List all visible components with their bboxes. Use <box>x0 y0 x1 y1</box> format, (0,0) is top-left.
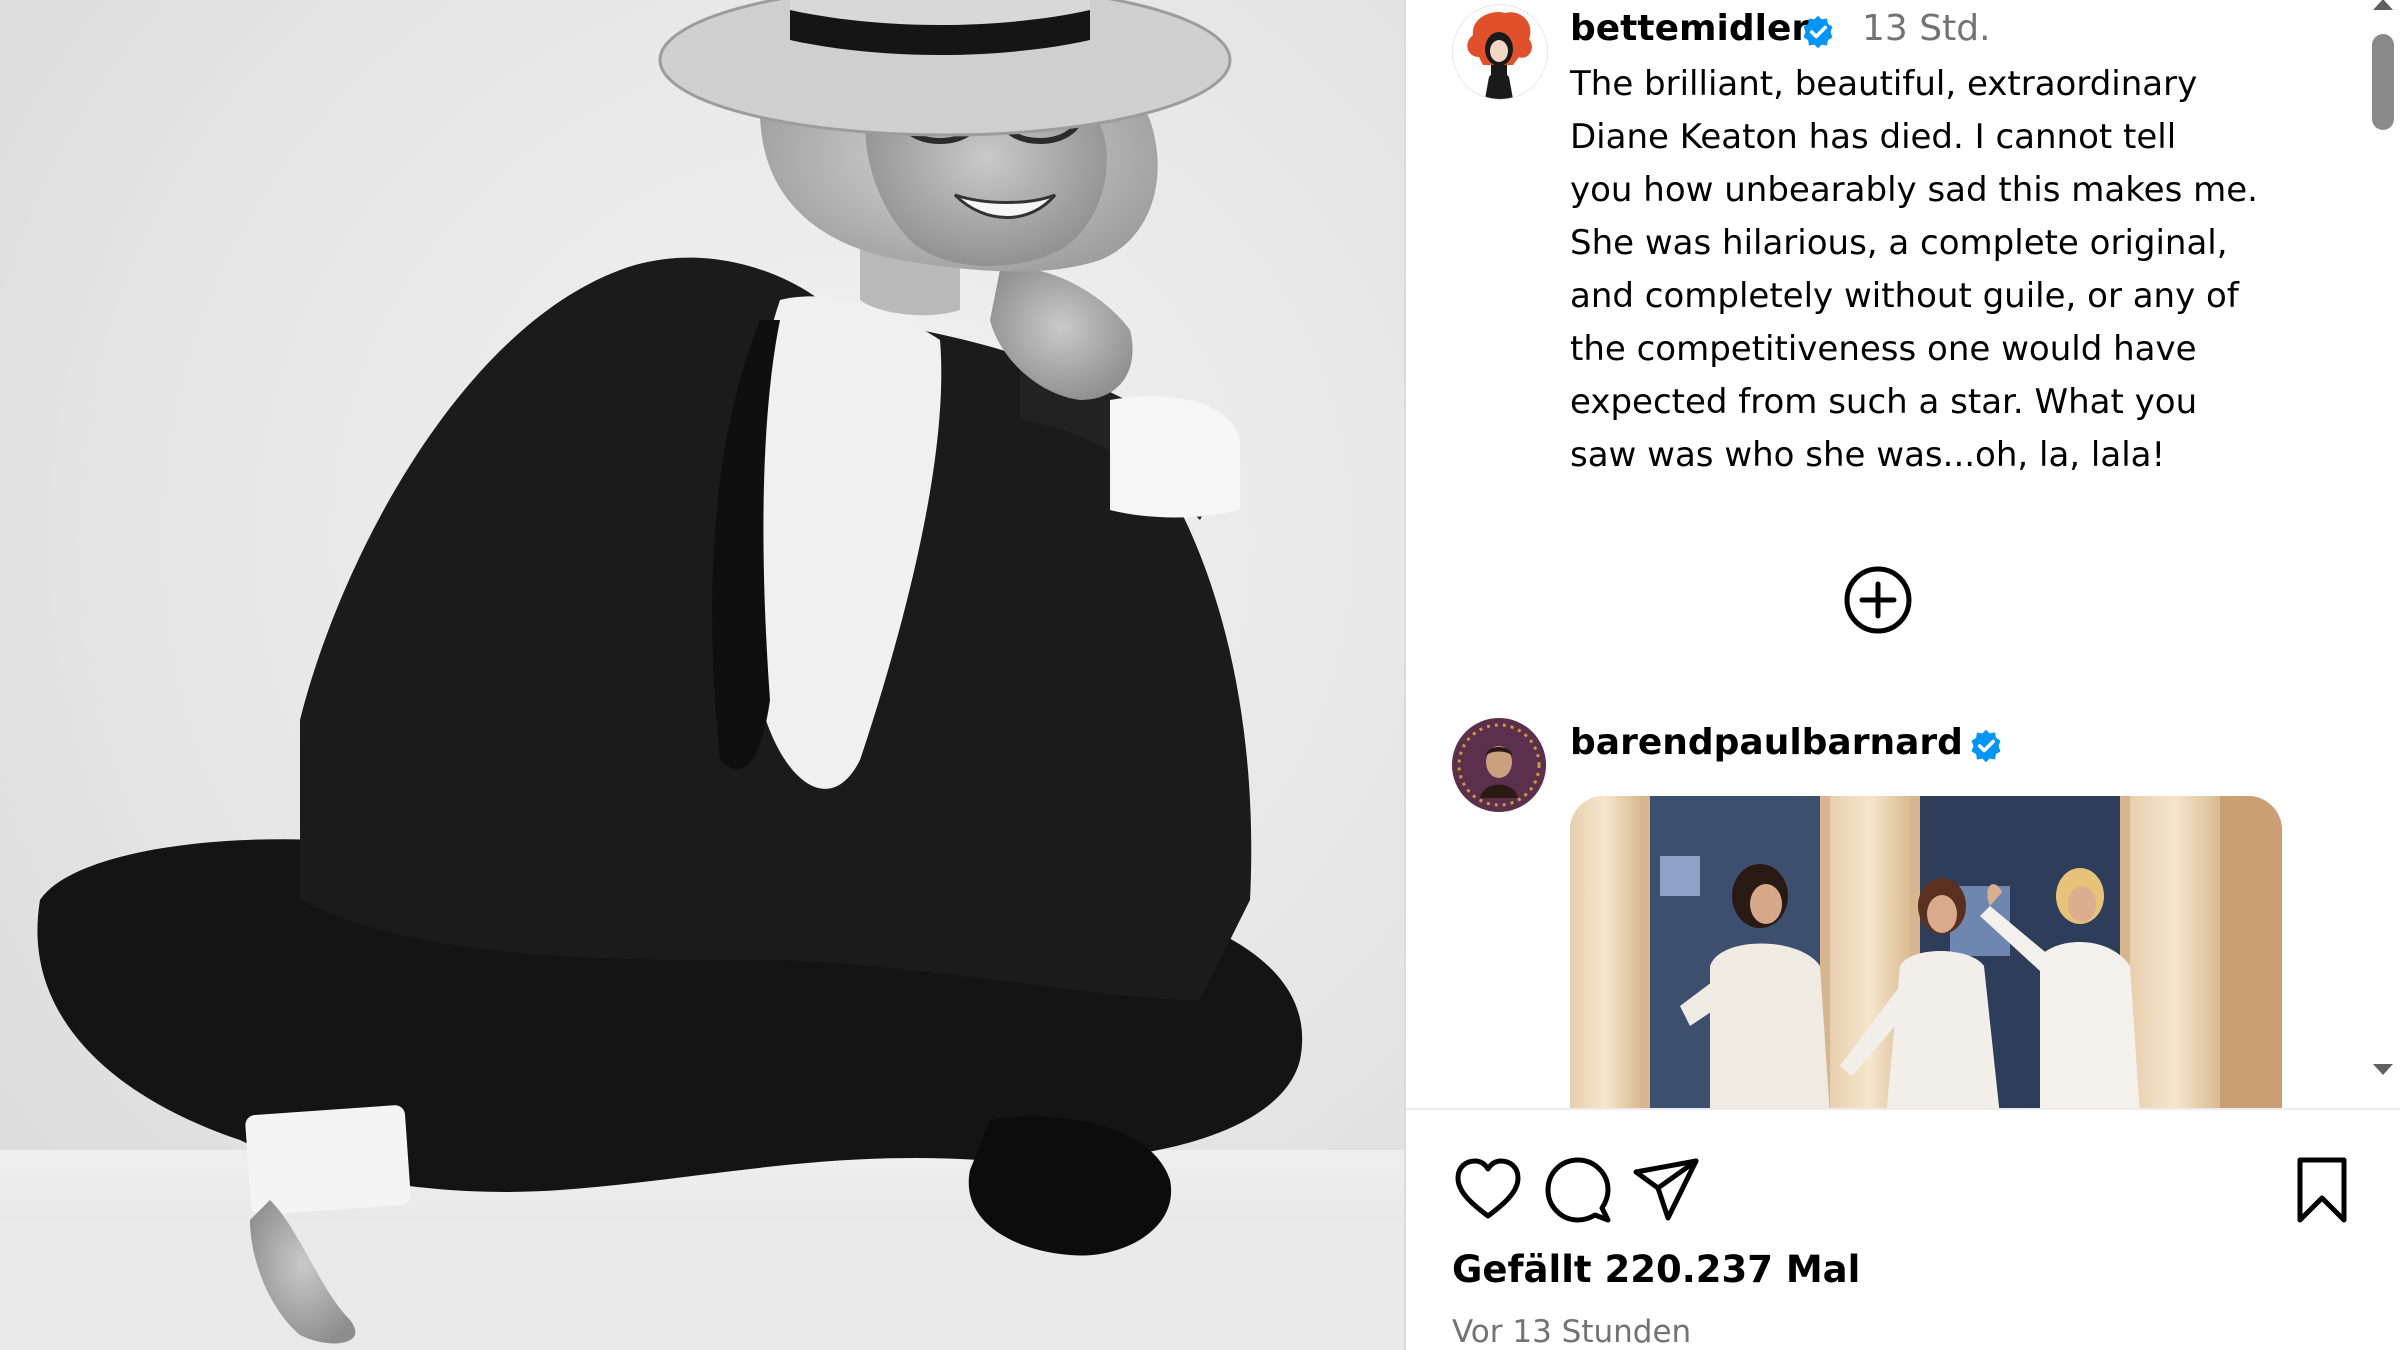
caption-line: The brilliant, beautiful, extraordinary <box>1570 64 2198 104</box>
instagram-post-view: bettemidler 13 Std. The brilliant, beaut… <box>0 0 2400 1350</box>
caption-line: Diane Keaton has died. I cannot tell <box>1570 117 2177 157</box>
caption-line: expected from such a star. What you <box>1570 382 2198 422</box>
scrollbar-thumb[interactable] <box>2372 34 2394 130</box>
post-time-ago[interactable]: Vor 13 Stunden <box>1452 1314 1691 1350</box>
plus-circle-icon[interactable] <box>1842 564 1914 636</box>
verified-badge-icon <box>1971 729 2001 763</box>
caption-line: you how unbearably sad this makes me. <box>1570 170 2258 210</box>
paper-plane-icon[interactable] <box>1630 1154 1702 1226</box>
speech-bubble-icon[interactable] <box>1542 1154 1614 1226</box>
actions-divider <box>1406 1108 2400 1110</box>
comment-author-username[interactable]: barendpaulbarnard <box>1570 722 1963 763</box>
comments-scrollbar[interactable] <box>2366 0 2400 1090</box>
likes-count[interactable]: Gefällt 220.237 Mal <box>1452 1248 1860 1291</box>
bookmark-outline-icon[interactable] <box>2286 1154 2358 1226</box>
post-photo[interactable] <box>0 0 1404 1350</box>
heart-outline-icon[interactable] <box>1452 1154 1524 1226</box>
post-author-username[interactable]: bettemidler <box>1570 8 1809 49</box>
barendpaulbarnard-avatar[interactable] <box>1452 718 1546 812</box>
comment-gif-image[interactable] <box>1570 796 2282 1110</box>
caption-line: the competitiveness one would have <box>1570 329 2197 369</box>
scroll-up-arrow-icon[interactable] <box>2370 0 2396 14</box>
scroll-down-arrow-icon[interactable] <box>2370 1060 2396 1080</box>
verified-badge-icon <box>1803 15 1833 49</box>
post-caption: The brilliant, beautiful, extraordinary … <box>1570 58 2330 482</box>
post-timestamp[interactable]: 13 Std. <box>1862 8 1991 49</box>
bettemidler-avatar[interactable] <box>1452 4 1548 100</box>
comments-scroll-area[interactable]: bettemidler 13 Std. The brilliant, beaut… <box>1406 0 2366 1110</box>
caption-line: She was hilarious, a complete original, <box>1570 223 2228 263</box>
post-comments-panel: bettemidler 13 Std. The brilliant, beaut… <box>1406 0 2400 1350</box>
caption-line: saw was who she was...oh, la, lala! <box>1570 435 2166 475</box>
caption-line: and completely without guile, or any of <box>1570 276 2239 316</box>
